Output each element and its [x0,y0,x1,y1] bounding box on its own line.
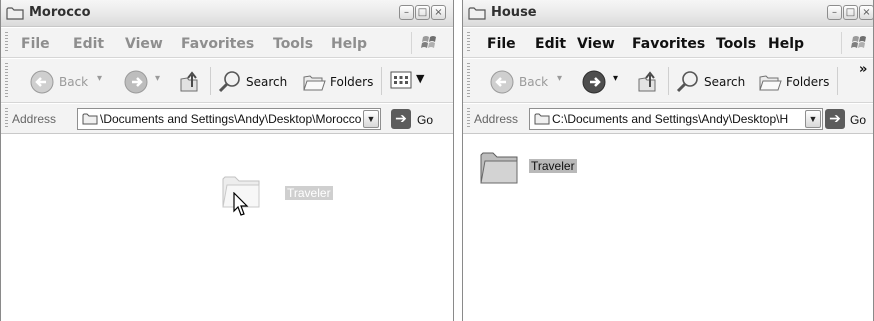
title-bar[interactable]: Morocco – □ × [1,0,453,27]
menu-bar: File Edit View Favorites Tools Help [1,28,453,58]
window-title: Morocco [29,5,91,20]
toolbar-grip[interactable] [467,108,470,129]
menu-file[interactable]: File [21,36,50,52]
up-folder-button[interactable] [177,69,203,95]
folder-item-selected[interactable]: Traveler [477,147,587,193]
toolbar-overflow-button[interactable]: » [859,62,867,77]
toolbar-grip[interactable] [467,63,470,98]
go-label[interactable]: Go [417,113,433,127]
address-label: Address [12,112,57,126]
address-field[interactable]: \Documents and Settings\Andy\Desktop\Mor… [77,108,381,130]
folder-icon [82,113,98,125]
back-icon [30,70,54,94]
standard-toolbar: Back ▾ ▾ Search [463,59,873,103]
menu-edit[interactable]: Edit [73,36,104,52]
file-list-area[interactable]: Traveler [463,135,873,321]
menu-edit[interactable]: Edit [535,36,566,52]
menu-favorites[interactable]: Favorites [181,36,254,52]
address-field[interactable]: C:\Documents and Settings\Andy\Desktop\H… [529,108,823,130]
minimize-button[interactable]: – [399,5,414,20]
windows-logo-icon [411,32,445,54]
views-dropdown-icon[interactable]: ▼ [416,72,424,85]
title-bar[interactable]: House – □ × [463,0,873,27]
back-dropdown-icon[interactable]: ▾ [97,73,102,84]
address-dropdown-button[interactable]: ▼ [363,110,379,128]
forward-icon [582,70,606,94]
menu-file[interactable]: File [487,36,516,52]
folder-icon [6,7,24,20]
address-bar: Address \Documents and Settings\Andy\Des… [1,104,453,134]
folder-label: Traveler [285,186,333,200]
views-button[interactable]: ▼ [389,69,429,95]
back-button[interactable]: Back ▾ [489,69,569,95]
close-button[interactable]: × [859,5,873,20]
window-title: House [491,5,537,20]
forward-button[interactable]: ▾ [123,69,167,95]
menu-help[interactable]: Help [768,36,804,52]
menu-tools[interactable]: Tools [273,36,313,52]
maximize-button[interactable]: □ [415,5,430,20]
back-icon [490,70,514,94]
go-label[interactable]: Go [850,113,866,127]
up-folder-icon [638,71,656,92]
folders-icon [303,75,326,91]
toolbar-grip[interactable] [5,32,8,53]
search-label: Search [704,75,746,89]
back-label: Back [519,75,549,89]
go-arrow-icon[interactable]: ➔ [391,109,411,129]
close-button[interactable]: × [431,5,446,20]
file-list-area[interactable]: Traveler [1,135,453,321]
menu-bar: File Edit View Favorites Tools Help [463,28,873,58]
windows-logo-icon [841,32,873,54]
toolbar-grip[interactable] [467,32,470,53]
folders-label: Folders [330,75,374,89]
folders-icon [759,75,782,91]
menu-help[interactable]: Help [331,36,367,52]
back-dropdown-icon[interactable]: ▾ [557,73,562,84]
toolbar-grip[interactable] [5,108,8,129]
folder-label: Traveler [529,159,577,173]
address-bar: Address C:\Documents and Settings\Andy\D… [463,104,873,134]
menu-view[interactable]: View [125,36,163,52]
forward-dropdown-icon[interactable]: ▾ [155,73,160,84]
back-button[interactable]: Back ▾ [29,69,109,95]
folder-icon [534,113,550,125]
address-value: \Documents and Settings\Andy\Desktop\Mor… [100,112,362,126]
search-icon [676,71,698,93]
search-label: Search [246,75,288,89]
maximize-button[interactable]: □ [843,5,858,20]
up-folder-button[interactable] [635,69,661,95]
folder-icon [480,152,518,184]
back-label: Back [59,75,89,89]
search-icon [218,71,240,93]
folders-button[interactable]: Folders [301,69,375,95]
address-dropdown-button[interactable]: ▼ [805,110,821,128]
menu-view[interactable]: View [577,36,615,52]
search-button[interactable]: Search [675,69,749,95]
minimize-button[interactable]: – [827,5,842,20]
folder-icon [468,7,486,20]
standard-toolbar: Back ▾ ▾ Search [1,59,453,103]
explorer-window-morocco: Morocco – □ × File Edit View Favorites T… [0,0,454,321]
views-icon [390,71,412,89]
menu-favorites[interactable]: Favorites [632,36,705,52]
go-arrow-icon[interactable]: ➔ [825,109,845,129]
toolbar-grip[interactable] [5,63,8,98]
folders-button[interactable]: Folders [757,69,831,95]
menu-tools[interactable]: Tools [716,36,756,52]
forward-icon [124,70,148,94]
address-label: Address [474,112,519,126]
search-button[interactable]: Search [217,69,291,95]
mouse-cursor-icon [233,192,249,216]
folders-label: Folders [786,75,830,89]
explorer-window-house: House – □ × File Edit View Favorites Too… [462,0,874,321]
forward-dropdown-icon[interactable]: ▾ [613,73,618,84]
up-folder-icon [180,71,198,92]
forward-button[interactable]: ▾ [581,69,625,95]
address-value: C:\Documents and Settings\Andy\Desktop\H [552,112,789,126]
